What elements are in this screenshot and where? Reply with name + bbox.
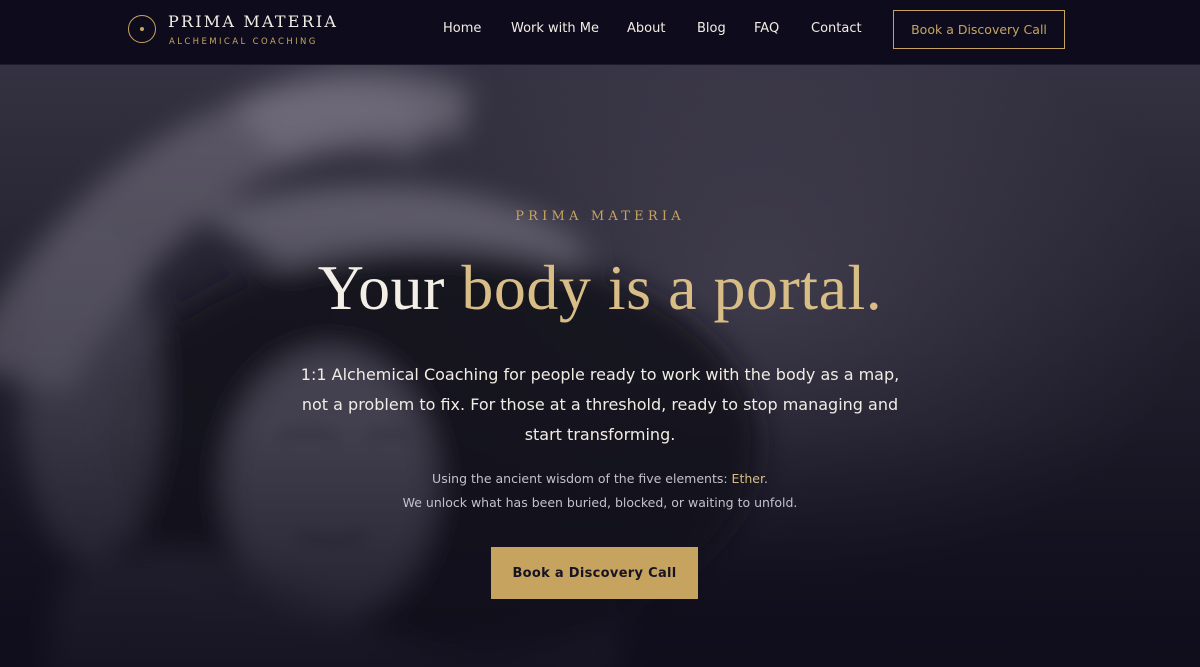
circle-dot-icon (128, 15, 156, 43)
headline-start: Your (317, 252, 462, 323)
hero-headline: Your body is a portal. (0, 251, 1200, 325)
five-elements-line: Using the ancient wisdom of the five ele… (0, 471, 1200, 486)
nav-link-blog[interactable]: Blog (697, 21, 726, 36)
nav-link-home[interactable]: Home (443, 21, 481, 36)
nav-link-faq[interactable]: FAQ (754, 21, 779, 36)
elements-prefix: Using the ancient wisdom of the five ele… (432, 471, 732, 486)
nav-link-work-with-me[interactable]: Work with Me (511, 21, 599, 36)
brand-tagline: ALCHEMICAL COACHING (169, 37, 318, 47)
brand-name: PRIMA MATERIA (168, 12, 339, 31)
elements-highlight: Ether (731, 471, 764, 486)
headline-accent: body is a portal. (461, 252, 883, 323)
header-book-call-button[interactable]: Book a Discovery Call (893, 10, 1065, 49)
site-header: PRIMA MATERIA ALCHEMICAL COACHING Home W… (0, 0, 1200, 65)
unlock-line: We unlock what has been buried, blocked,… (402, 495, 798, 510)
elements-suffix: . (763, 471, 768, 486)
hero-section: PRIMA MATERIA Your body is a portal. 1:1… (0, 65, 1200, 667)
hero-lead-paragraph: 1:1 Alchemical Coaching for people ready… (300, 365, 900, 444)
nav-link-contact[interactable]: Contact (811, 21, 862, 36)
hero-book-call-button[interactable]: Book a Discovery Call (491, 547, 698, 599)
hero-eyebrow: PRIMA MATERIA (515, 209, 685, 224)
nav-link-about[interactable]: About (627, 21, 665, 36)
